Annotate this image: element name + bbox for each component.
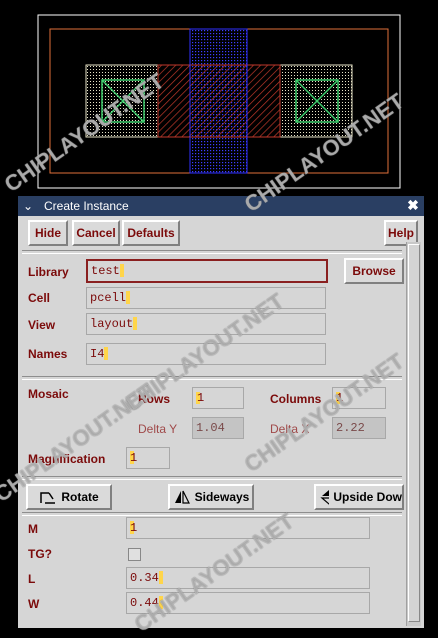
poly-gate (189, 28, 248, 174)
vertical-scrollbar[interactable] (406, 242, 421, 626)
dialog-title: Create Instance (44, 199, 129, 213)
delta-x-value: 2.22 (336, 421, 365, 435)
text-cursor (158, 596, 163, 610)
library-label: Library (28, 265, 69, 279)
mosaic-label: Mosaic (28, 387, 69, 401)
l-label: L (28, 572, 36, 586)
m-value: 1 (130, 521, 138, 535)
view-label: View (28, 318, 56, 332)
scrollbar-thumb[interactable] (408, 244, 420, 622)
magnification-value: 1 (130, 451, 138, 465)
library-input[interactable]: test (86, 259, 328, 283)
rows-input[interactable]: 1 (192, 387, 244, 409)
names-input[interactable]: I4 (86, 343, 326, 365)
cell-label: Cell (28, 291, 51, 305)
separator (22, 250, 402, 254)
names-label: Names (28, 347, 68, 361)
tg-label: TG? (28, 547, 52, 561)
upside-down-button[interactable]: Upside Dow (314, 484, 404, 510)
cell-value: pcell (90, 291, 127, 305)
window-menu-icon[interactable]: ⌄ (23, 199, 33, 213)
rotate-button[interactable]: Rotate (26, 484, 112, 510)
view-input[interactable]: layout (86, 313, 326, 335)
text-cursor (158, 571, 163, 585)
library-value: test (91, 264, 120, 278)
separator (22, 376, 402, 380)
defaults-button[interactable]: Defaults (122, 220, 180, 246)
browse-button[interactable]: Browse (344, 258, 404, 284)
m-label: M (28, 522, 38, 536)
text-cursor (119, 264, 124, 278)
text-cursor (133, 317, 138, 331)
rows-value: 1 (197, 391, 205, 405)
text-cursor (126, 291, 131, 305)
sideways-button[interactable]: Sideways (168, 484, 254, 510)
layout-canvas[interactable] (0, 0, 438, 196)
m-input[interactable]: 1 (126, 517, 370, 539)
create-instance-dialog: ⌄ Create Instance ✖ Hide Cancel Defaults… (18, 196, 424, 628)
delta-y-input: 1.04 (192, 417, 244, 439)
cell-input[interactable]: pcell (86, 287, 326, 309)
columns-input[interactable]: 1 (332, 387, 386, 409)
title-bar[interactable]: ⌄ Create Instance ✖ (18, 196, 424, 216)
columns-label: Columns (270, 392, 322, 406)
separator (22, 476, 402, 480)
cancel-button[interactable]: Cancel (72, 220, 120, 246)
hide-button[interactable]: Hide (28, 220, 68, 246)
sideways-icon (174, 490, 190, 504)
upside-down-label: Upside Dow (333, 490, 402, 504)
sideways-label: Sideways (194, 490, 250, 504)
rotate-label: Rotate (61, 490, 99, 504)
close-icon[interactable]: ✖ (406, 198, 420, 212)
rows-label: Rows (138, 392, 171, 406)
tg-checkbox[interactable] (128, 548, 141, 561)
w-input[interactable]: 0.44 (126, 592, 370, 614)
l-input[interactable]: 0.34 (126, 567, 370, 589)
magnification-label: Magnification (28, 452, 106, 466)
layout-drawing (37, 14, 401, 189)
w-value: 0.44 (130, 596, 159, 610)
delta-x-label: Delta X (270, 422, 310, 436)
delta-y-label: Delta Y (138, 422, 178, 436)
separator (22, 512, 402, 516)
view-value: layout (90, 317, 134, 331)
upside-down-icon (320, 490, 330, 505)
names-value: I4 (90, 347, 105, 361)
delta-x-input: 2.22 (332, 417, 386, 439)
delta-y-value: 1.04 (196, 421, 225, 435)
text-cursor (104, 347, 109, 361)
w-label: W (28, 597, 40, 611)
rotate-icon (40, 492, 56, 504)
columns-value: 1 (336, 391, 344, 405)
l-value: 0.34 (130, 571, 159, 585)
magnification-input[interactable]: 1 (126, 447, 170, 469)
